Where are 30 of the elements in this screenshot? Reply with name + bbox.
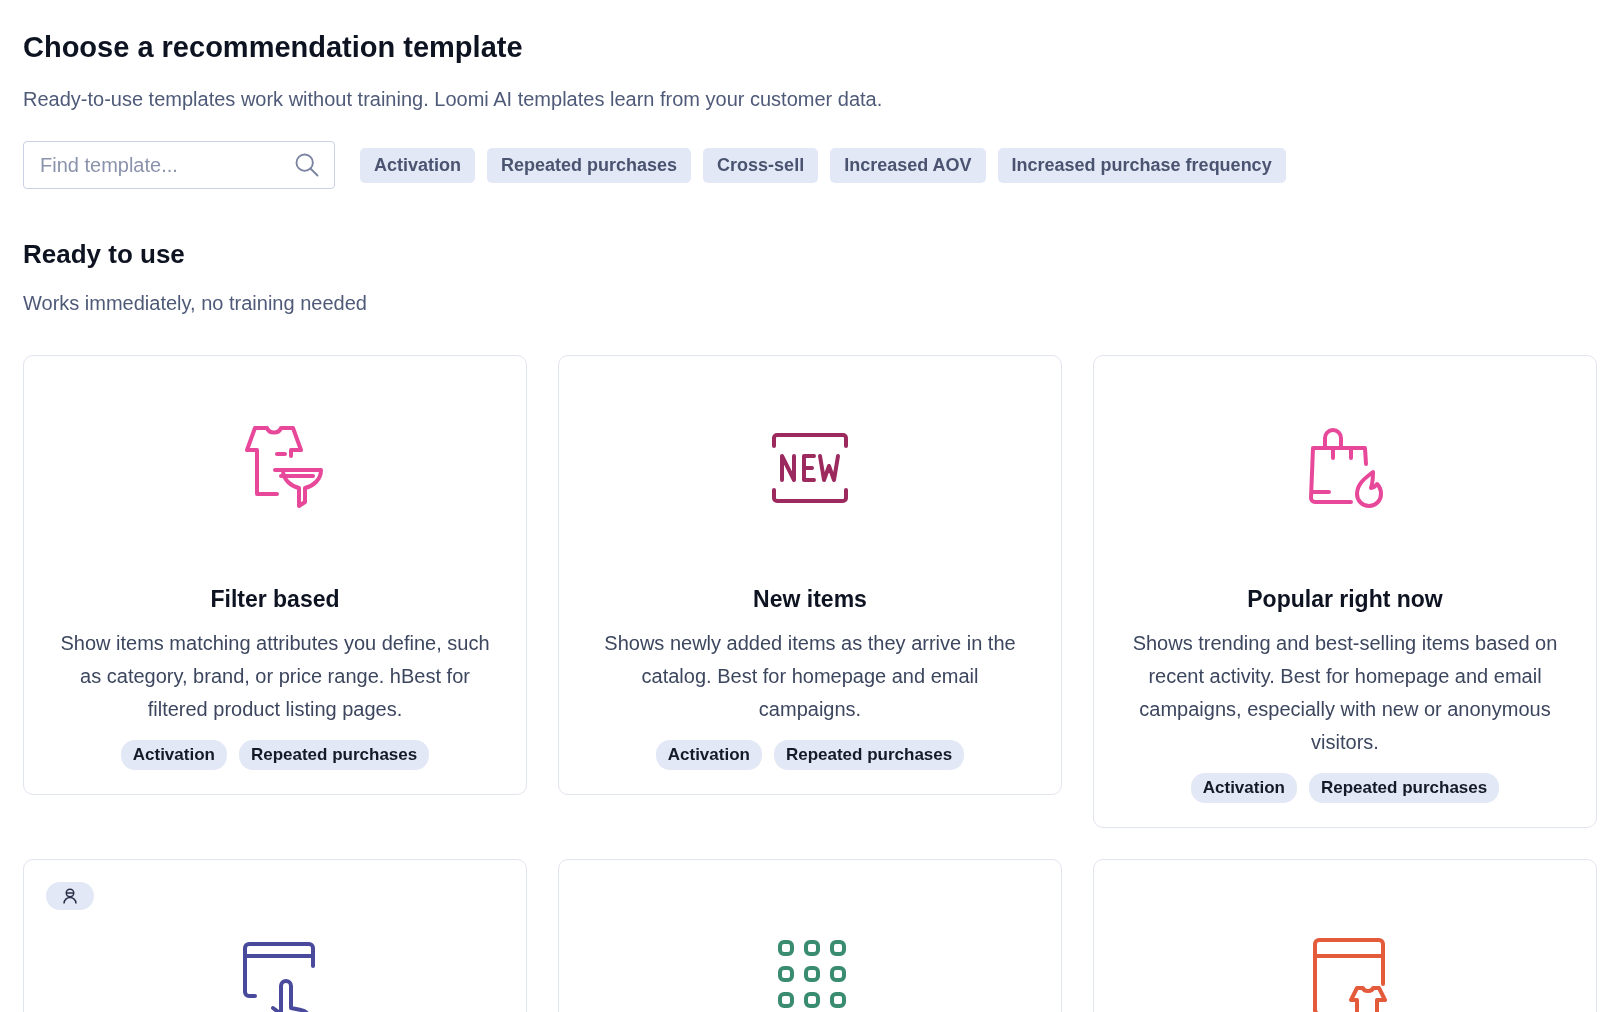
template-card[interactable]: Popular right now Shows trending and best-selling items based on recent activity. Best for homepage and email campaigns, especially with new or anonymous visitors. Activation Repeated purchases	[1093, 355, 1597, 828]
card-title: Popular right now	[1247, 586, 1443, 613]
card-tag: Repeated purchases	[773, 740, 965, 770]
template-card[interactable]	[558, 859, 1062, 1012]
filter-chip[interactable]: Repeated purchases	[487, 147, 692, 183]
search-icon	[293, 151, 321, 179]
card-description: Show items matching attributes you define, such as category, brand, or price range. hBest for filtered product listing pages.	[59, 631, 491, 722]
card-description: Shows trending and best-selling items based on recent activity. Best for homepage and email campaigns, especially with new or anonymous visitors.	[1131, 631, 1559, 755]
card-tag: Repeated purchases	[1308, 773, 1500, 803]
card-title: New items	[753, 586, 867, 613]
filter-chip[interactable]: Increased purchase frequency	[997, 147, 1286, 183]
card-title: Filter based	[210, 586, 340, 613]
page-title: Choose a recommendation template	[23, 31, 524, 64]
filter-chip[interactable]: Cross-sell	[703, 147, 819, 183]
template-card[interactable]	[23, 859, 527, 1012]
card-tag: Activation	[655, 740, 762, 770]
person-icon	[61, 887, 79, 905]
search-field[interactable]: Find template...	[23, 141, 335, 189]
card-tag: Activation	[120, 740, 227, 770]
template-card[interactable]: New items Shows newly added items as they arrive in the catalog. Best for homepage and email campaigns. Activation Repeated purchases	[558, 355, 1062, 795]
card-tag: Repeated purchases	[238, 740, 430, 770]
filter-chip[interactable]: Increased AOV	[830, 147, 986, 183]
filter-chip[interactable]: Activation	[360, 147, 475, 183]
page-subtitle: Ready-to-use templates work without training. Loomi AI templates learn from your customer data.	[23, 88, 884, 111]
section-title: Ready to use	[23, 239, 186, 270]
template-card[interactable]: Filter based Show items matching attributes you define, such as category, brand, or price range. hBest for filtered product listing pages. Activation Repeated purchases	[23, 355, 527, 795]
card-tag: Activation	[1190, 773, 1297, 803]
template-card[interactable]	[1093, 859, 1597, 1012]
section-subtitle: Works immediately, no training needed	[23, 292, 368, 315]
card-description: Shows newly added items as they arrive in the catalog. Best for homepage and email campaigns.	[603, 631, 1017, 722]
